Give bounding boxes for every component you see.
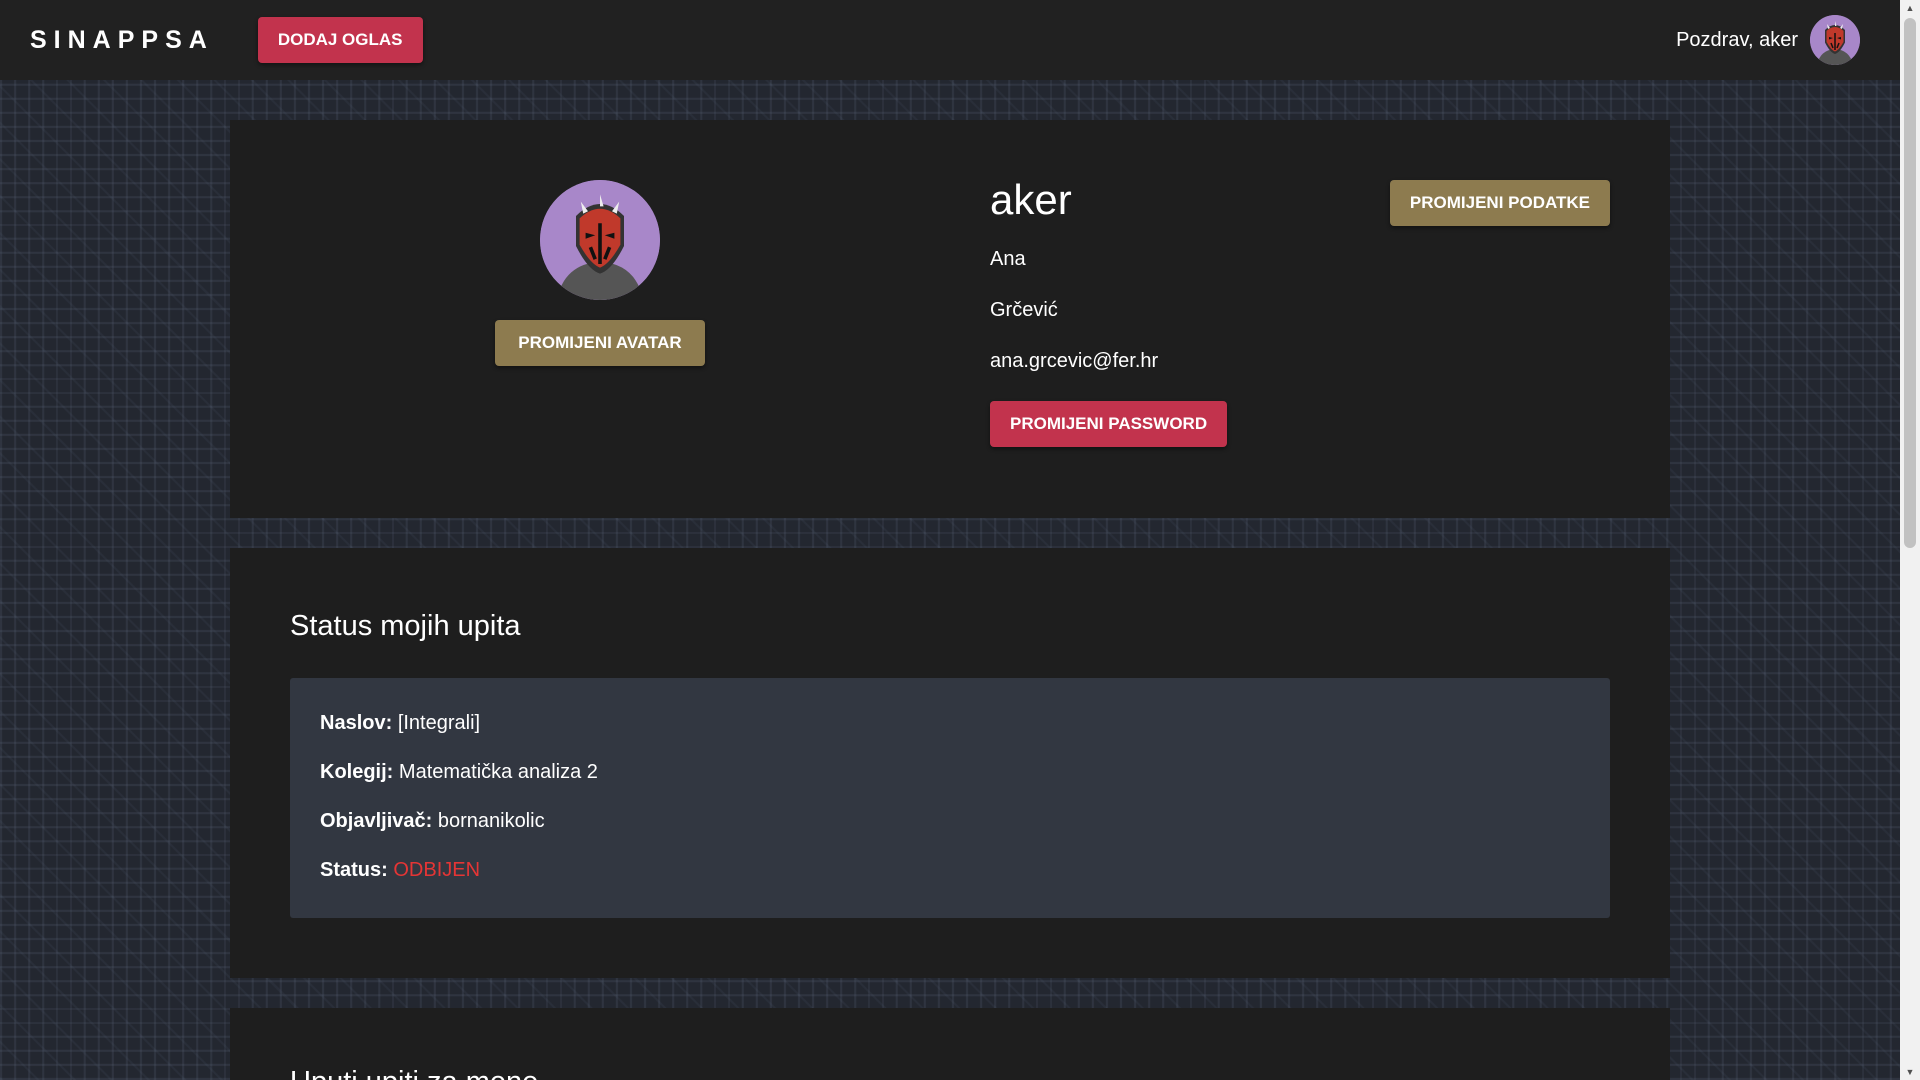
profile-avatar-icon <box>540 180 660 300</box>
section-title: Status mojih upita <box>290 610 521 642</box>
add-ad-button[interactable]: DODAJ OGLAS <box>257 17 423 63</box>
last-name-text: Grčević <box>990 299 1058 321</box>
inquiry-status-label: Status: <box>320 859 388 881</box>
user-greeting[interactable]: Pozdrav, aker <box>1676 15 1860 65</box>
username-heading: aker <box>990 176 1072 223</box>
inquiry-title-label: Naslov: <box>320 712 393 734</box>
change-password-button[interactable]: PROMIJENI PASSWORD <box>990 401 1228 447</box>
inquiry-title-value: [Integrali] <box>397 712 481 734</box>
email-text: ana.grcevic@fer.hr <box>990 350 1159 372</box>
inquiry-title-row: Naslov: [Integrali] <box>320 712 1580 735</box>
inquiry-item: Naslov: [Integrali] Kolegij: Matematička… <box>290 678 1610 918</box>
profile-avatar-section: PROMIJENI AVATAR <box>495 180 705 366</box>
inquiry-publisher-label: Objavljivač: <box>320 810 433 832</box>
top-navbar: SINAPPSA DODAJ OGLAS Pozdrav, aker <box>0 0 1900 80</box>
change-avatar-button[interactable]: PROMIJENI AVATAR <box>495 320 705 366</box>
inquiry-course-label: Kolegij: <box>320 761 394 783</box>
scrollbar-thumb[interactable] <box>1904 18 1916 548</box>
inquiry-status-badge: ODBIJEN <box>393 859 481 881</box>
inquiry-publisher-value: bornanikolic <box>437 810 545 832</box>
greeting-text: Pozdrav, aker <box>1676 28 1798 51</box>
first-name-text: Ana <box>990 248 1026 270</box>
inquiry-course-value: Matematička analiza 2 <box>398 761 598 783</box>
scroll-down-icon[interactable]: ▼ <box>1900 1064 1920 1080</box>
section-title: Uputi upiti za mene <box>290 1066 538 1080</box>
inquiry-status-card: Status mojih upita Naslov: [Integrali] K… <box>230 548 1670 978</box>
inquiry-publisher-row: Objavljivač: bornanikolic <box>320 810 1580 833</box>
incoming-inquiries-card: Uputi upiti za mene <box>230 1008 1670 1080</box>
user-avatar-icon[interactable] <box>1810 15 1860 65</box>
change-data-button[interactable]: PROMIJENI PODATKE <box>1389 180 1610 226</box>
vertical-scrollbar[interactable]: ▲ ▼ <box>1900 0 1920 1080</box>
app-logo[interactable]: SINAPPSA <box>30 26 214 55</box>
profile-card: PROMIJENI AVATAR aker Ana Grčević ana.gr… <box>230 120 1670 518</box>
inquiry-course-row: Kolegij: Matematička analiza 2 <box>320 761 1580 784</box>
scroll-up-icon[interactable]: ▲ <box>1900 0 1920 16</box>
inquiry-status-row: Status: ODBIJEN <box>320 859 1580 882</box>
profile-info: aker Ana Grčević ana.grcevic@fer.hr PROM… <box>990 176 1228 447</box>
